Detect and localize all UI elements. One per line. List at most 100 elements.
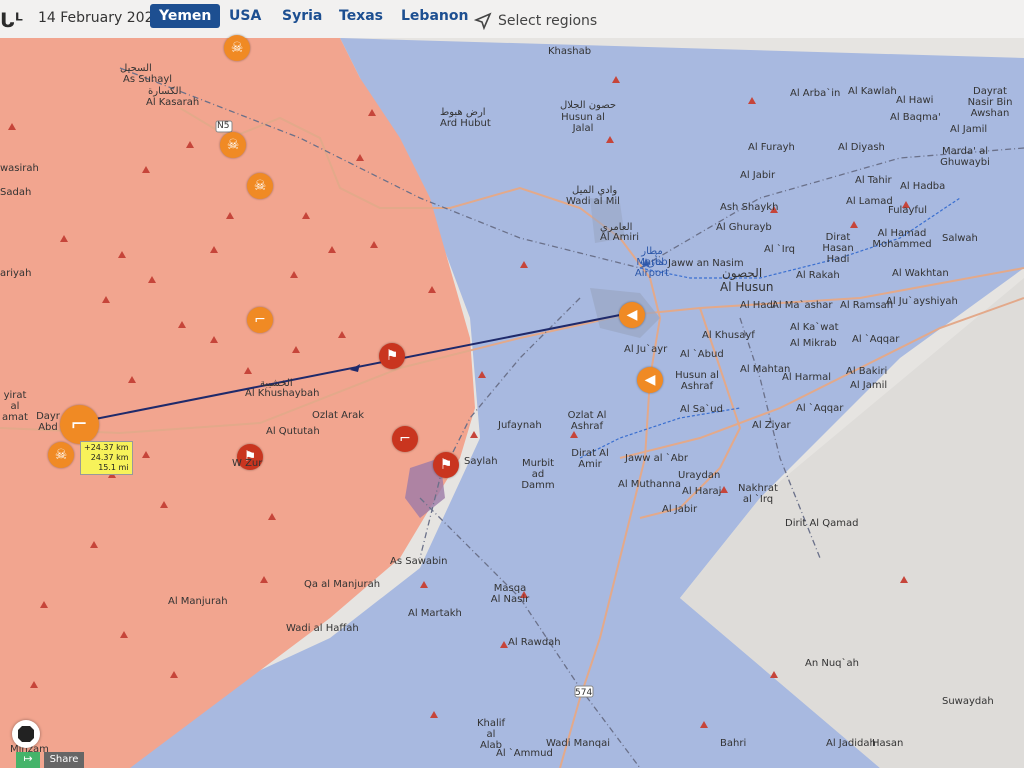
label-as-suhayl: As Suhayl (123, 74, 173, 85)
label-wadi-al-mil-ar: وادي الميل (572, 185, 618, 196)
tab-lebanon[interactable]: Lebanon (401, 8, 468, 24)
label-al-rawdah: Al Rawdah (508, 637, 561, 648)
label-ariyah: ariyah (0, 268, 32, 279)
label-sadah: Sadah (0, 187, 32, 198)
label-al-hadi: Al Hadi (740, 300, 776, 311)
label-al-haraj: Al Haraj (682, 486, 722, 497)
label-jaww-al-abr: Jaww al `Abr (625, 453, 688, 464)
label-al-manjurah: Al Manjurah (168, 596, 228, 607)
label-dirat-al-amir: Dirat Al Amir (571, 448, 609, 470)
locate-button[interactable] (12, 720, 40, 748)
flag-icon[interactable]: ⚑ (379, 343, 405, 369)
road-label-574: 574 (575, 688, 593, 698)
label-al-husun: Al Husun (720, 280, 774, 294)
octagon-icon (18, 726, 34, 742)
skull-icon[interactable]: ☠ (247, 173, 273, 199)
measure-line1: +24.37 km (84, 443, 129, 452)
label-al-ghurayb: Al Ghurayb (716, 222, 772, 233)
label-al-hamad-mohammed: Al Hamad Mohammed (872, 228, 932, 250)
label-khashab: Khashab (548, 46, 592, 57)
measurement-tooltip: +24.37 km 24.37 km 15.1 mi (80, 441, 133, 475)
measure-line3: 15.1 mi (98, 463, 129, 472)
label-husun-al-ashraf: Husun al Ashraf (675, 370, 719, 392)
road-label-n5: N5 (217, 121, 230, 131)
date-label[interactable]: 14 February 2021 (38, 10, 162, 26)
label-al-lamad: Al Lamad (846, 196, 893, 207)
label-al-kawlah: Al Kawlah (848, 86, 897, 97)
label-khalif-al-alab: Khalif al Alab (476, 718, 506, 751)
label-al-diyash: Al Diyash (838, 142, 885, 153)
label-al-wakhtan: Al Wakhtan (892, 268, 949, 279)
expand-icon[interactable]: ↦ (16, 752, 40, 768)
tab-yemen[interactable]: Yemen (150, 4, 221, 28)
flag-icon[interactable]: ⚑ (433, 452, 459, 478)
skull-icon[interactable]: ☠ (48, 442, 74, 468)
tab-syria[interactable]: Syria (282, 8, 322, 24)
label-al-bakiri: Al Bakiri (846, 366, 888, 377)
label-al-ramsah: Al Ramsah (840, 300, 894, 311)
label-qa-al-manjurah: Qa al Manjurah (304, 579, 381, 590)
select-regions-button[interactable]: Select regions (473, 12, 598, 31)
label-dirat-hasan-hadi: Dirat Hasan Hadi (822, 232, 854, 265)
label-wadi-al-haffah: Wadi al Haffah (286, 623, 359, 634)
label-al-jabir: Al Jabir (662, 504, 698, 515)
label-al-muthanna: Al Muthanna (618, 479, 681, 490)
label-wasirah: wasirah (0, 163, 39, 174)
label-masqa-al-nasir: Masqa Al Nasir (490, 583, 530, 605)
label-dayrat-nasir: Dayrat Nasir Bin Awshan (967, 86, 1013, 119)
label-al-mikrab: Al Mikrab (790, 338, 837, 349)
label-nakhrat-al-irq: Nakhrat al `Irq (738, 483, 778, 505)
label-al-aqqar-ne: Al `Aqqar (852, 334, 900, 345)
megaphone-icon[interactable]: ◀ (637, 367, 663, 393)
label-suwaydah: Suwaydah (942, 696, 994, 707)
label-an-nuqah: An Nuq`ah (805, 658, 859, 669)
tab-texas[interactable]: Texas (339, 8, 383, 24)
label-al-kasarah-ar: الكسارة (148, 86, 182, 97)
rifle-icon[interactable]: ⌐ (392, 426, 418, 452)
label-bahri: Bahri (720, 738, 747, 749)
label-ash-shaykh: Ash Shaykh (720, 202, 779, 213)
skull-icon[interactable]: ☠ (220, 132, 246, 158)
label-al-irq: Al `Irq (764, 244, 796, 255)
label-al-abud: Al `Abud (680, 349, 724, 360)
skull-icon[interactable]: ☠ (224, 35, 250, 61)
select-regions-label: Select regions (498, 13, 598, 29)
measure-line2: 24.37 km (90, 453, 129, 462)
label-saylah: Saylah (464, 456, 498, 467)
label-as-sawabin: As Sawabin (390, 556, 448, 567)
label-al-kasarah: Al Kasarah (146, 97, 200, 108)
label-ozlat-arak: Ozlat Arak (312, 410, 364, 421)
label-salwah: Salwah (942, 233, 978, 244)
label-al-ziyar: Al Ziyar (752, 420, 791, 431)
label-mareb-airport: Mareb Airport (634, 257, 670, 279)
label-wadi-zur: W Zur (232, 458, 263, 469)
label-husun-al-jalal-ar: حصون الجلال (560, 100, 617, 111)
megaphone-icon[interactable]: ◀ (619, 302, 645, 328)
label-al-jabir-n: Al Jabir (740, 170, 776, 181)
label-al-juayr: Al Ju`ayr (624, 344, 668, 355)
label-fulayful: Fulayful (888, 205, 928, 216)
logo[interactable]: ᒐᒻ (0, 8, 24, 32)
label-al-kawat: Al Ka`wat (790, 322, 839, 333)
label-as-suhayl-ar: السحيل (120, 63, 152, 74)
share-button[interactable]: Share (44, 752, 84, 768)
rifle-icon[interactable]: ⌐ (247, 307, 273, 333)
label-al-jamil-ne: Al Jamil (950, 124, 988, 135)
label-ard-hubut: Ard Hubut (440, 118, 491, 129)
label-jufaynah: Jufaynah (498, 420, 542, 431)
label-wadi-al-mil: Wadi al Mil (566, 196, 620, 207)
label-al-saud: Al Sa`ud (680, 404, 723, 415)
label-wadi-manqai: Wadi Manqai (546, 738, 611, 749)
label-uraydan: Uraydan (678, 470, 721, 481)
label-al-arbain: Al Arba`in (790, 88, 841, 99)
label-murbit-ad-damm: Murbit ad Damm (521, 458, 555, 491)
label-yirat-al-amat: yirat al amat (2, 390, 28, 423)
label-al-martakh: Al Martakh (408, 608, 462, 619)
label-al-baqma: Al Baqma' (890, 112, 941, 123)
label-al-furayh: Al Furayh (748, 142, 795, 153)
label-al-hawi: Al Hawi (896, 95, 934, 106)
label-al-rakah: Al Rakah (796, 270, 840, 281)
label-al-jadidah: Al Jadidah (826, 738, 876, 749)
tab-usa[interactable]: USA (229, 8, 261, 24)
rifle-icon[interactable]: ⌐ (59, 404, 99, 444)
